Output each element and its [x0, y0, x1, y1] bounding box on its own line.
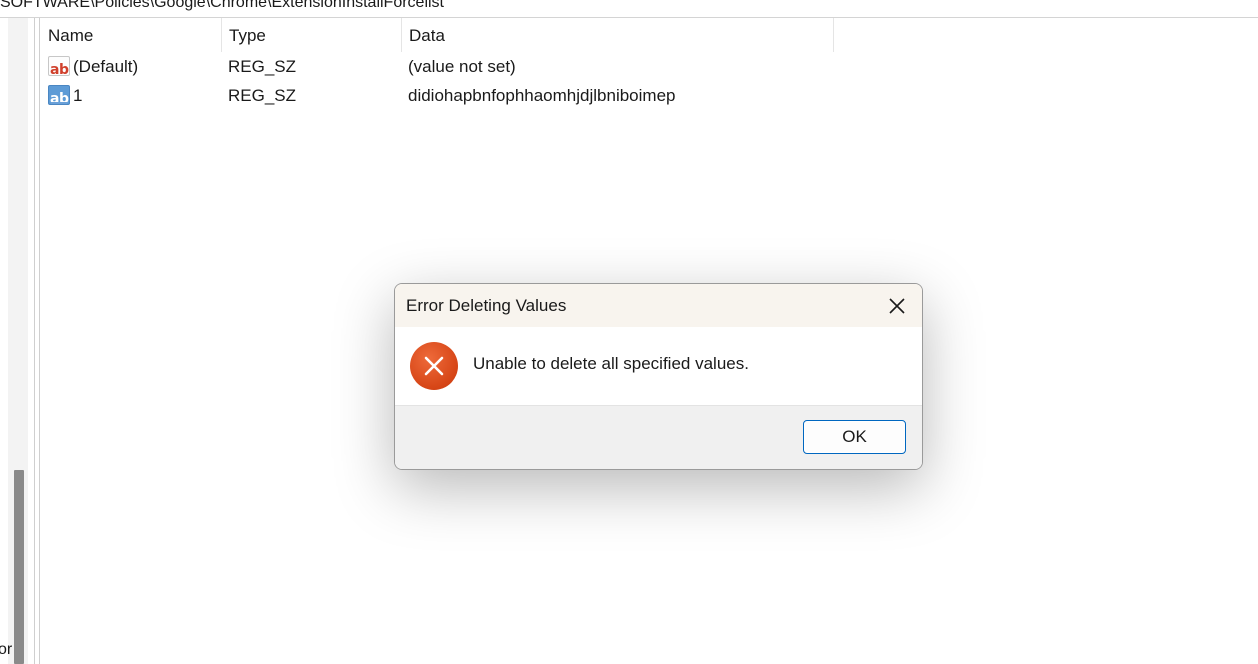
pane-splitter[interactable] — [34, 18, 40, 664]
value-name: 1 — [73, 86, 83, 105]
value-data: didiohapbnfophhaomhjdjlbniboimep — [408, 86, 676, 105]
dialog-body: Unable to delete all specified values. — [395, 327, 922, 406]
value-name: (Default) — [73, 57, 139, 76]
dialog-title: Error Deleting Values — [406, 296, 567, 315]
column-header-type[interactable]: Type — [222, 18, 402, 52]
tree-item-label[interactable]: or — [0, 641, 12, 659]
error-dialog: Error Deleting Values Unable to delete a… — [394, 283, 923, 470]
list-row-default[interactable]: ab (Default) REG_SZ (value not set) — [41, 52, 1258, 81]
column-header-name[interactable]: Name — [41, 18, 222, 52]
reg-string-icon-selected: ab — [47, 84, 71, 107]
tree-scrollbar-thumb[interactable] — [14, 470, 24, 664]
address-path: SOFTWARE\Policies\Google\Chrome\Extensio… — [0, 0, 444, 11]
address-bar[interactable]: SOFTWARE\Policies\Google\Chrome\Extensio… — [0, 0, 1258, 18]
list-row-1[interactable]: ab 1 REG_SZ didiohapbnfophhaomhjdjlbnibo… — [41, 81, 1258, 110]
close-icon — [889, 297, 905, 314]
error-icon — [410, 342, 458, 390]
ok-button[interactable]: OK — [803, 420, 906, 454]
tree-pane[interactable]: or — [0, 18, 34, 664]
close-button[interactable] — [872, 284, 922, 327]
column-header-data[interactable]: Data — [402, 18, 834, 52]
dialog-message: Unable to delete all specified values. — [473, 354, 749, 373]
value-type: REG_SZ — [228, 57, 297, 76]
reg-string-icon: ab — [47, 55, 71, 78]
dialog-titlebar[interactable]: Error Deleting Values — [395, 284, 922, 327]
value-type: REG_SZ — [228, 86, 297, 105]
value-data: (value not set) — [408, 57, 516, 76]
dialog-footer: OK — [395, 406, 922, 469]
